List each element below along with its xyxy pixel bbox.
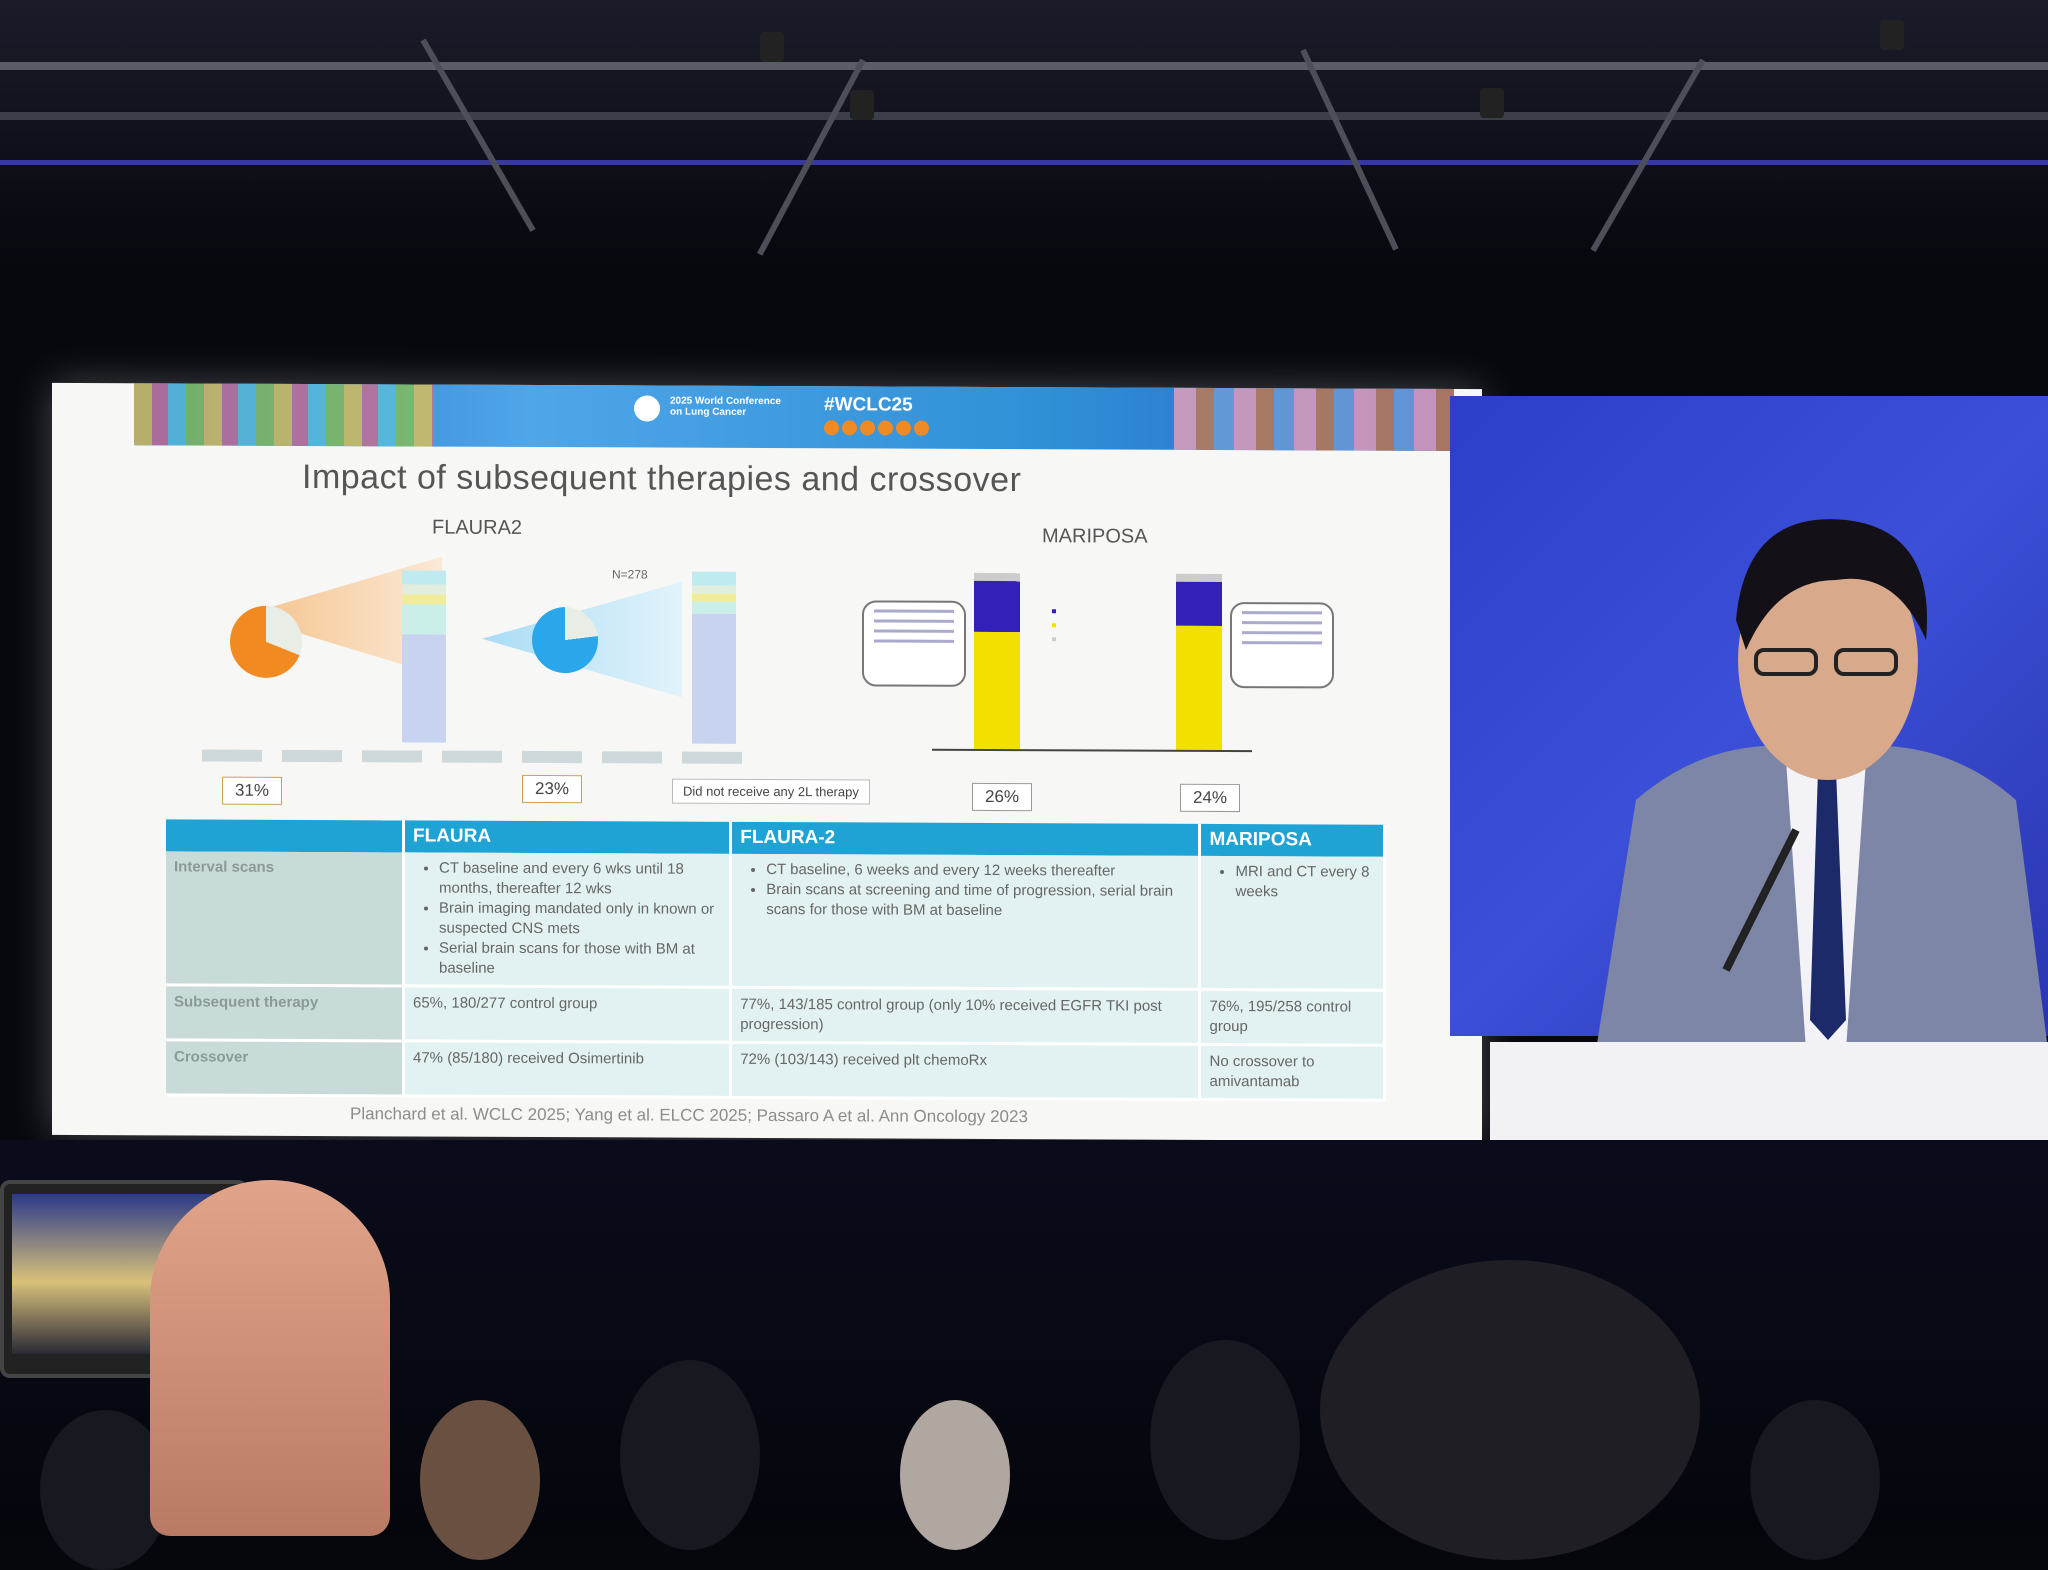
slide-title: Impact of subsequent therapies and cross…: [302, 457, 1022, 500]
audience-hand: [150, 1180, 390, 1536]
cell-flaura2-interval: CT baseline, 6 weeks and every 12 weeks …: [730, 853, 1200, 990]
pct-mariposa-2: 24%: [1180, 783, 1241, 813]
table-header-flaura: FLAURA: [403, 820, 731, 854]
flaura2-pie-osi-ct: [230, 605, 302, 678]
mariposa-bar-1: [974, 572, 1020, 750]
cell-mariposa-interval: MRI and CT every 8 weeks: [1199, 855, 1385, 991]
cell-flaura-interval: CT baseline and every 6 wks until 18 mon…: [403, 852, 731, 988]
pct-osi-mono: 23%: [522, 774, 583, 804]
conference-banner: 2025 World Conference on Lung Cancer #WC…: [134, 383, 1454, 451]
list-item: CT baseline and every 6 wks until 18 mon…: [439, 859, 721, 900]
list-item: Brain scans at screening and time of pro…: [766, 880, 1190, 922]
mariposa-callout-right: [1230, 602, 1334, 689]
mariposa-bar-2: [1176, 573, 1222, 750]
mariposa-callout-left: [862, 600, 966, 687]
trial-comparison-table: FLAURA FLAURA-2 MARIPOSA Interval scans …: [166, 819, 1386, 1101]
mariposa-x-axis: [932, 748, 1252, 753]
pct-osi-ct: 31%: [222, 776, 283, 805]
slide-citation: Planchard et al. WCLC 2025; Yang et al. …: [350, 1104, 1028, 1127]
flaura2-stack-osi-mono: [692, 571, 736, 744]
flaura2-n: N=278: [612, 567, 648, 582]
table-header-mariposa: MARIPOSA: [1199, 823, 1385, 857]
projection-screen: 2025 World Conference on Lung Cancer #WC…: [52, 382, 1482, 1142]
cell-flaura-crossover: 47% (85/180) received Osimertinib: [403, 1040, 731, 1098]
table-row: Interval scans CT baseline and every 6 w…: [166, 851, 1385, 991]
mariposa-bar-1-yellow: [974, 631, 1020, 750]
slide: 2025 World Conference on Lung Cancer #WC…: [52, 382, 1482, 1142]
speaker-figure: [1596, 519, 2048, 1050]
table-header-blank: [166, 819, 404, 853]
mariposa-bar-1-blue: [974, 580, 1020, 633]
flaura2-stack-osi-ct: [402, 570, 446, 743]
table-row: Crossover 47% (85/180) received Osimerti…: [166, 1039, 1385, 1101]
pct-mariposa-1: 26%: [972, 782, 1033, 812]
mariposa-legend: [1052, 609, 1132, 642]
row-label-interval-scans: Interval scans: [166, 851, 404, 986]
table-row: Subsequent therapy 65%, 180/277 control …: [166, 984, 1385, 1046]
flaura2-label: FLAURA2: [432, 516, 523, 539]
social-icons: [824, 420, 929, 436]
banner-artwork-right: [1174, 387, 1454, 451]
iaslc-logo: [634, 395, 660, 422]
mariposa-bar-2-blue: [1176, 581, 1222, 626]
conference-hashtag: #WCLC25: [824, 394, 913, 416]
podium-bar: [1490, 1042, 2048, 1142]
row-label-crossover: Crossover: [166, 1039, 404, 1096]
conference-name: 2025 World Conference on Lung Cancer: [670, 395, 781, 418]
flaura2-legend: [202, 749, 762, 764]
list-item: Serial brain scans for those with BM at …: [439, 939, 721, 980]
cell-flaura2-crossover: 72% (103/143) received plt chemoRx: [730, 1042, 1200, 1100]
table-header-row: FLAURA FLAURA-2 MARIPOSA: [166, 819, 1385, 857]
cell-mariposa-crossover: No crossover to amivantamab: [1199, 1044, 1385, 1101]
table-header-flaura2: FLAURA-2: [730, 821, 1200, 856]
banner-artwork-left: [134, 383, 434, 447]
flaura2-pie-osi-mono: [532, 606, 598, 674]
ceiling-truss: [0, 0, 2048, 270]
mariposa-bar-2-yellow: [1176, 625, 1222, 750]
list-item: MRI and CT every 8 weeks: [1235, 862, 1375, 903]
list-item: Brain imaging mandated only in known or …: [439, 899, 721, 940]
cell-flaura-subsequent: 65%, 180/277 control group: [403, 985, 731, 1043]
no-2l-therapy-note: Did not receive any 2L therapy: [672, 778, 870, 805]
cell-flaura2-subsequent: 77%, 143/185 control group (only 10% rec…: [730, 987, 1200, 1045]
cell-mariposa-subsequent: 76%, 195/258 control group: [1199, 989, 1385, 1046]
list-item: CT baseline, 6 weeks and every 12 weeks …: [766, 860, 1190, 882]
row-label-subsequent-therapy: Subsequent therapy: [166, 984, 404, 1041]
mariposa-label: MARIPOSA: [1042, 525, 1148, 548]
